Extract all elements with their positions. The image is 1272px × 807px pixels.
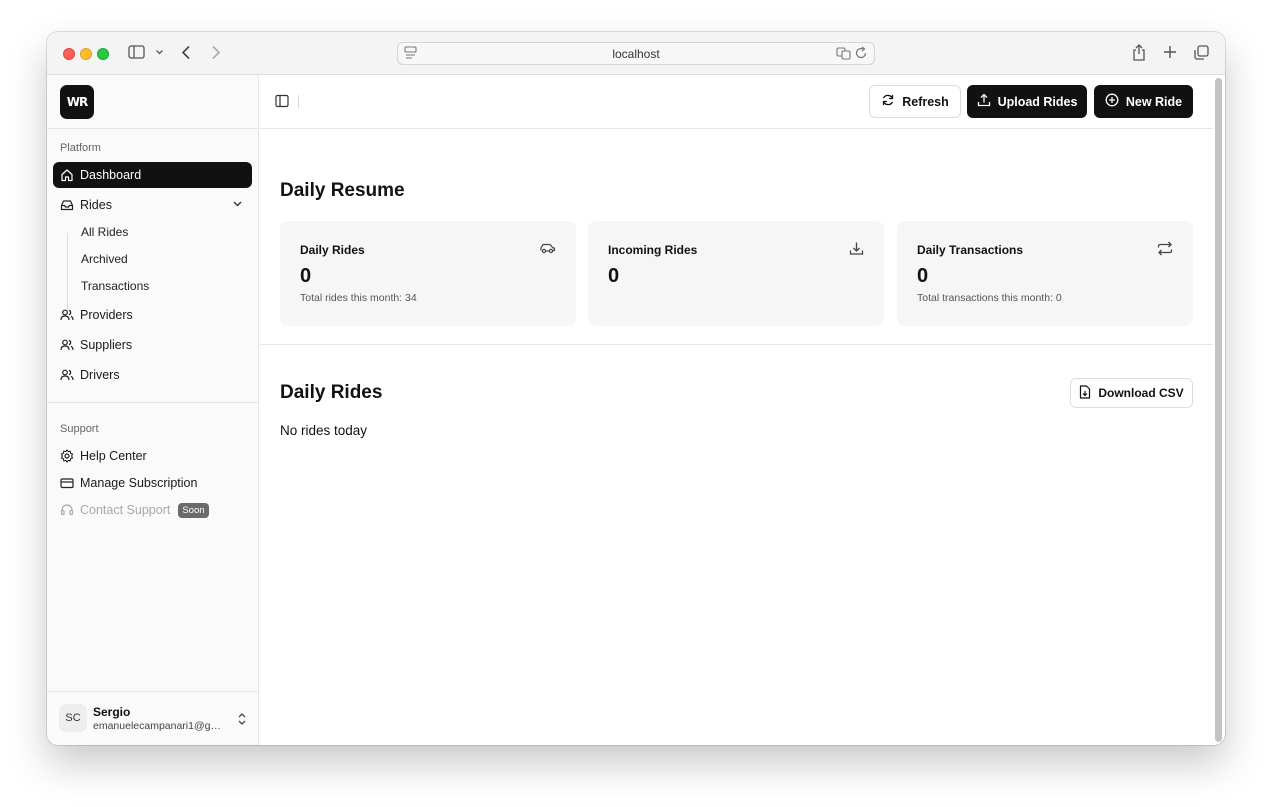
support-group-label: Support (60, 423, 99, 435)
stat-card-daily-transactions: Daily Transactions 0 Total transactions … (897, 221, 1193, 326)
sidebar-item-label: Contact Support (80, 503, 171, 517)
sidebar-divider (47, 128, 259, 129)
sidebar-item-rides[interactable]: Rides (53, 192, 252, 218)
browser-titlebar: localhost (47, 32, 1225, 75)
main-topbar: Refresh Upload Rides New Ride (260, 75, 1213, 129)
app-logo[interactable]: WR (60, 85, 94, 119)
daily-rides-title: Daily Rides (280, 382, 383, 403)
file-download-icon (1079, 384, 1091, 402)
topbar-separator (298, 95, 299, 108)
card-title: Incoming Rides (608, 243, 698, 257)
new-tab-icon[interactable] (1163, 45, 1177, 59)
sidebar-item-label: Rides (80, 198, 112, 212)
new-ride-button[interactable]: New Ride (1094, 85, 1193, 118)
browser-window: localhost WR Platform Dashboard Rides Al… (47, 32, 1225, 745)
card-value: 0 (300, 265, 312, 287)
refresh-label: Refresh (902, 94, 949, 109)
users-icon (60, 368, 74, 382)
gear-icon (60, 449, 74, 463)
refresh-button[interactable]: Refresh (869, 85, 961, 118)
new-ride-label: New Ride (1125, 94, 1183, 109)
user-email: emanuelecampanari1@gmail.com (93, 720, 223, 732)
sidebar-item-label: Dashboard (80, 168, 142, 182)
empty-state-text: No rides today (280, 423, 368, 438)
card-title: Daily Rides (300, 243, 365, 257)
download-csv-button[interactable]: Download CSV (1070, 378, 1193, 408)
sidebar-toggle-icon[interactable] (275, 94, 289, 113)
close-window-button[interactable] (63, 48, 75, 60)
sidebar-item-providers[interactable]: Providers (53, 302, 252, 328)
sidebar-divider (47, 402, 259, 403)
home-icon (60, 168, 74, 182)
chevron-down-icon[interactable] (155, 48, 164, 56)
sidebar-subitem-archived[interactable]: Archived (81, 252, 128, 266)
stat-card-daily-rides: Daily Rides 0 Total rides this month: 34 (280, 221, 576, 326)
section-divider (260, 344, 1213, 345)
arrows-exchange-icon (1157, 241, 1173, 261)
tab-overview-icon[interactable] (1194, 45, 1209, 60)
address-bar[interactable]: localhost (397, 42, 875, 65)
chevrons-up-down-icon[interactable] (237, 712, 247, 731)
sidebar-item-drivers[interactable]: Drivers (53, 362, 252, 388)
sidebar-item-manage-subscription[interactable]: Manage Subscription (53, 470, 252, 496)
logo-text: WR (66, 95, 89, 109)
upload-rides-button[interactable]: Upload Rides (967, 85, 1087, 118)
sidebar-item-label: Drivers (80, 368, 120, 382)
users-icon (60, 338, 74, 352)
user-menu[interactable]: SC Sergio emanuelecampanari1@gmail.com (47, 691, 259, 745)
credit-card-icon (60, 476, 74, 490)
chevron-down-icon[interactable] (232, 198, 243, 212)
sidebar-toggle-icon[interactable] (128, 45, 145, 59)
sidebar-item-suppliers[interactable]: Suppliers (53, 332, 252, 358)
sidebar: WR Platform Dashboard Rides All Rides Ar… (47, 75, 259, 745)
reload-icon[interactable] (855, 46, 868, 63)
card-title: Daily Transactions (917, 243, 1024, 257)
user-name: Sergio (93, 705, 131, 719)
url-text: localhost (612, 46, 660, 61)
plus-circle-icon (1105, 93, 1119, 110)
scrollbar[interactable] (1215, 78, 1222, 742)
sidebar-item-label: Help Center (80, 449, 147, 463)
upload-rides-label: Upload Rides (997, 94, 1078, 109)
page-settings-icon[interactable] (404, 46, 417, 63)
submenu-guide-line (67, 233, 68, 313)
sidebar-item-help-center[interactable]: Help Center (53, 443, 252, 469)
sidebar-item-dashboard[interactable]: Dashboard (53, 162, 252, 188)
forward-icon[interactable] (211, 45, 221, 60)
sidebar-subitem-all-rides[interactable]: All Rides (81, 225, 128, 239)
card-value: 0 (608, 265, 620, 287)
download-csv-label: Download CSV (1098, 386, 1184, 400)
minimize-window-button[interactable] (80, 48, 92, 60)
daily-resume-title: Daily Resume (280, 180, 405, 201)
sidebar-item-label: Providers (80, 308, 133, 322)
avatar: SC (59, 704, 87, 732)
platform-group-label: Platform (60, 142, 101, 154)
soon-badge: Soon (178, 502, 209, 518)
stat-card-incoming-rides: Incoming Rides 0 (588, 221, 884, 326)
sidebar-item-contact-support: Contact Support Soon (53, 497, 252, 523)
refresh-icon (881, 93, 895, 110)
translate-icon[interactable] (836, 46, 851, 63)
sidebar-subitem-transactions[interactable]: Transactions (81, 279, 149, 293)
headset-icon (60, 503, 74, 517)
card-subtitle: Total transactions this month: 0 (917, 292, 1062, 304)
share-icon[interactable] (1132, 44, 1146, 61)
sidebar-item-label: Manage Subscription (80, 476, 198, 490)
car-icon (539, 241, 556, 260)
card-subtitle: Total rides this month: 34 (300, 292, 417, 304)
card-value: 0 (917, 265, 929, 287)
zoom-window-button[interactable] (97, 48, 109, 60)
download-icon (849, 241, 864, 261)
sidebar-item-label: Suppliers (80, 338, 133, 352)
back-icon[interactable] (181, 45, 191, 60)
inbox-icon (60, 198, 74, 212)
main-content: Refresh Upload Rides New Ride Daily Resu… (260, 75, 1213, 745)
upload-icon (977, 93, 991, 110)
users-icon (60, 308, 74, 322)
